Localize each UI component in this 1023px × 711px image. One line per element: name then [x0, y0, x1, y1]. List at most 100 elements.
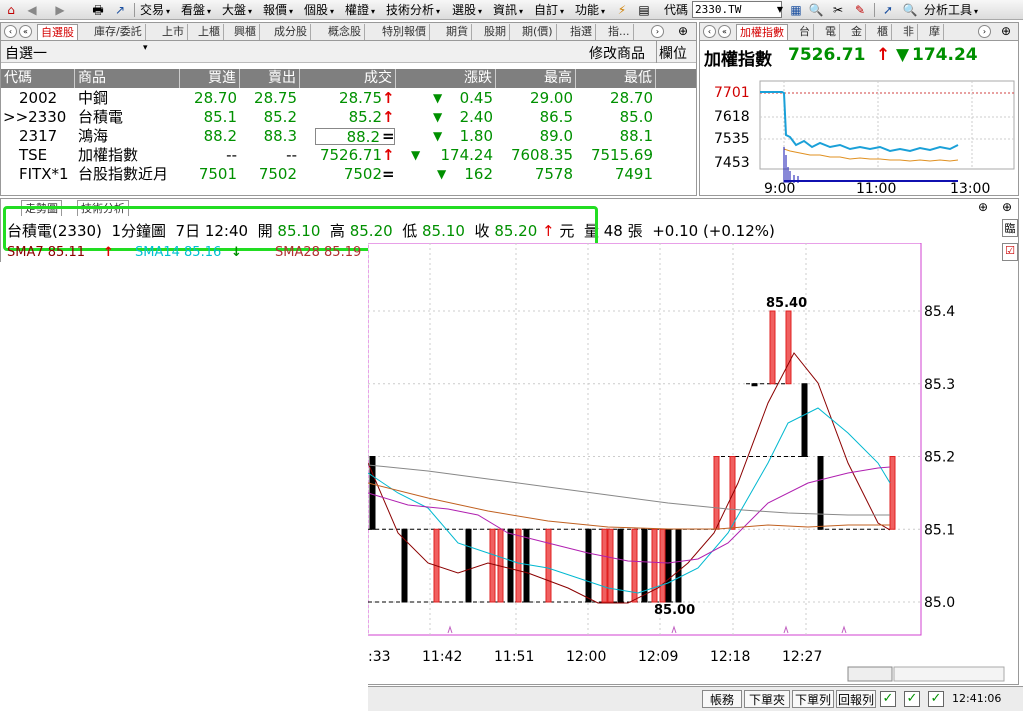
tab-special-quote[interactable]: 特別報價 — [379, 24, 430, 40]
cell-code: TSE — [19, 146, 48, 164]
cell-name: 中鋼 — [78, 89, 109, 107]
tab-next-icon[interactable]: › — [651, 25, 664, 38]
index-tab-back-icon[interactable]: « — [718, 25, 731, 38]
status-check-icon[interactable]: ✓ — [880, 691, 896, 707]
index-tab-prev-icon[interactable]: ‹ — [703, 25, 716, 38]
col-code[interactable]: 代碼 — [1, 69, 75, 88]
table-row[interactable]: TSE 加權指數 -- -- 7608.35 7515.69 7526.71 ↑ ▼ 174.24 — [1, 146, 696, 165]
menu-function[interactable]: 功能 ▾ — [575, 2, 605, 18]
account-button[interactable]: 帳務 — [702, 690, 742, 708]
tab-tw[interactable]: 台 — [796, 24, 814, 40]
cell-high: 86.5 — [539, 108, 573, 126]
tab-futures[interactable]: 期貨 — [443, 24, 472, 40]
col-name[interactable]: 商品 — [75, 69, 180, 88]
lightning-icon[interactable]: ⚡ — [614, 2, 630, 18]
menu-technical[interactable]: 技術分析 ▾ — [386, 2, 440, 18]
menu-watch[interactable]: 看盤 ▾ — [181, 2, 211, 18]
index-up-arrow-icon: ↑ — [876, 45, 891, 65]
index-tabbar: ‹ « 加權指數 台 電 金 櫃 非 摩 › ⊕ — [700, 23, 1018, 41]
home-icon[interactable]: ⌂ — [3, 2, 19, 18]
tools-icon[interactable]: ✂ — [830, 2, 846, 18]
menu-warrant[interactable]: 權證 ▾ — [345, 2, 375, 18]
analysis-tools-menu[interactable]: 分析工具 ▾ — [924, 2, 978, 18]
table-row[interactable]: FITX*1 台股指數近月 7501 7502 7578 7491 7502 = ▼ 162 — [1, 165, 696, 184]
cell-bid: 85.1 — [203, 108, 237, 126]
tab-back-icon[interactable]: « — [19, 25, 32, 38]
high-annotation: 85.40 — [766, 296, 807, 311]
menu-trade[interactable]: 交易 ▾ — [140, 2, 170, 18]
watchlist-header: 自選一 ▾ 修改商品 欄位 — [1, 41, 696, 63]
tab-emerging[interactable]: 興櫃 — [231, 24, 260, 40]
menu-screener[interactable]: 選股 ▾ — [452, 2, 482, 18]
edit-products-button[interactable]: 修改商品 — [589, 43, 645, 63]
menu-custom[interactable]: 自訂 ▾ — [534, 2, 564, 18]
blank-area — [0, 262, 368, 711]
tab-taiex[interactable]: 加權指數 — [736, 24, 788, 40]
tab-inventory[interactable]: 庫存/委託 — [91, 24, 146, 40]
candle-down — [507, 528, 514, 603]
quote-icon[interactable]: ▦ — [788, 2, 804, 18]
tab-otc-index[interactable]: 櫃 — [874, 24, 892, 40]
forward-arrow-icon[interactable]: ▶ — [52, 2, 68, 18]
col-ask[interactable]: 賣出 — [240, 69, 300, 88]
col-bid[interactable]: 買進 — [180, 69, 240, 88]
col-last[interactable]: 成交 — [300, 69, 396, 88]
menu-info[interactable]: 資訊 ▾ — [493, 2, 523, 18]
code-input[interactable]: 2330.TW — [692, 1, 782, 18]
tab-prev-icon[interactable]: ‹ — [4, 25, 17, 38]
cell-bid: 28.70 — [194, 89, 237, 107]
chart-zoom-out-icon[interactable]: ⊕ — [999, 199, 1015, 215]
notepad-icon[interactable]: ▤ — [636, 2, 652, 18]
report-list-button[interactable]: 回報列 — [836, 690, 876, 708]
ma-legend-mark: ↑ — [103, 245, 114, 260]
alert-icon[interactable]: ✎ — [852, 2, 868, 18]
list-name[interactable]: 自選一 — [5, 43, 47, 63]
menu-stock[interactable]: 個股 ▾ — [304, 2, 334, 18]
tab-elec[interactable]: 電 — [822, 24, 840, 40]
tab-listed[interactable]: 上市 — [159, 24, 188, 40]
tab-concept[interactable]: 概念股 — [325, 24, 365, 40]
table-row[interactable]: >>2330 台積電 85.1 85.2 86.5 85.0 85.2 ↑ ▼ 2.40 — [1, 108, 696, 127]
col-low[interactable]: 最低 — [576, 69, 656, 88]
columns-button[interactable]: 欄位 — [659, 43, 687, 63]
order-list-button[interactable]: 下單列 — [792, 690, 834, 708]
status-check-icon[interactable]: ✓ — [904, 691, 920, 707]
tab-futures-price[interactable]: 期(價) — [519, 24, 557, 40]
code-label: 代碼 — [664, 3, 689, 17]
tab-msci[interactable]: 摩 — [926, 24, 944, 40]
code-dropdown-icon[interactable]: ▼ — [772, 2, 788, 18]
index-tab-next-icon[interactable]: › — [978, 25, 991, 38]
zoom-in-icon[interactable]: ⊕ — [675, 23, 691, 39]
tab-more[interactable]: 指... — [605, 24, 634, 40]
cursor-icon[interactable]: ➚ — [880, 2, 896, 18]
x-axis-label: 11:42 — [422, 649, 462, 665]
order-folder-button[interactable]: 下單夾 — [744, 690, 790, 708]
analysis-search-icon[interactable]: 🔍 — [902, 2, 918, 18]
list-dropdown-icon[interactable]: ▾ — [143, 43, 148, 53]
menu-market[interactable]: 大盤 ▾ — [222, 2, 252, 18]
y-axis-label: 85.2 — [924, 450, 955, 466]
tab-finance[interactable]: 金 — [848, 24, 866, 40]
index-change: 174.24 — [912, 45, 978, 65]
candle-up — [489, 528, 496, 603]
cell-code: FITX*1 — [19, 165, 69, 183]
search-icon[interactable]: 🔍 — [808, 2, 824, 18]
tab-favorites[interactable]: 自選股 — [37, 24, 78, 40]
back-arrow-icon[interactable]: ◀ — [24, 2, 40, 18]
external-window-icon[interactable]: ↗ — [112, 2, 128, 18]
tab-non[interactable]: 非 — [900, 24, 918, 40]
menu-quote[interactable]: 報價 ▾ — [263, 2, 293, 18]
col-change[interactable]: 漲跌 — [396, 69, 496, 88]
col-high[interactable]: 最高 — [496, 69, 576, 88]
chart-zoom-in-icon[interactable]: ⊕ — [975, 199, 991, 215]
index-zoom-icon[interactable]: ⊕ — [998, 23, 1014, 39]
tab-index-options[interactable]: 指選 — [567, 24, 596, 40]
status-check-icon[interactable]: ✓ — [928, 691, 944, 707]
side-button[interactable]: 臨 — [1002, 219, 1018, 237]
table-row[interactable]: 2317 鴻海 88.2 88.3 89.0 88.1 88.2 = ▼ 1.80 — [1, 127, 696, 146]
print-icon[interactable]: 🖶 — [90, 2, 106, 18]
tab-otc[interactable]: 上櫃 — [195, 24, 224, 40]
tab-stock-futures[interactable]: 股期 — [481, 24, 510, 40]
table-row[interactable]: 2002 中鋼 28.70 28.75 29.00 28.70 28.75 ↑ ▼ 0.45 — [1, 89, 696, 108]
tab-components[interactable]: 成分股 — [271, 24, 311, 40]
